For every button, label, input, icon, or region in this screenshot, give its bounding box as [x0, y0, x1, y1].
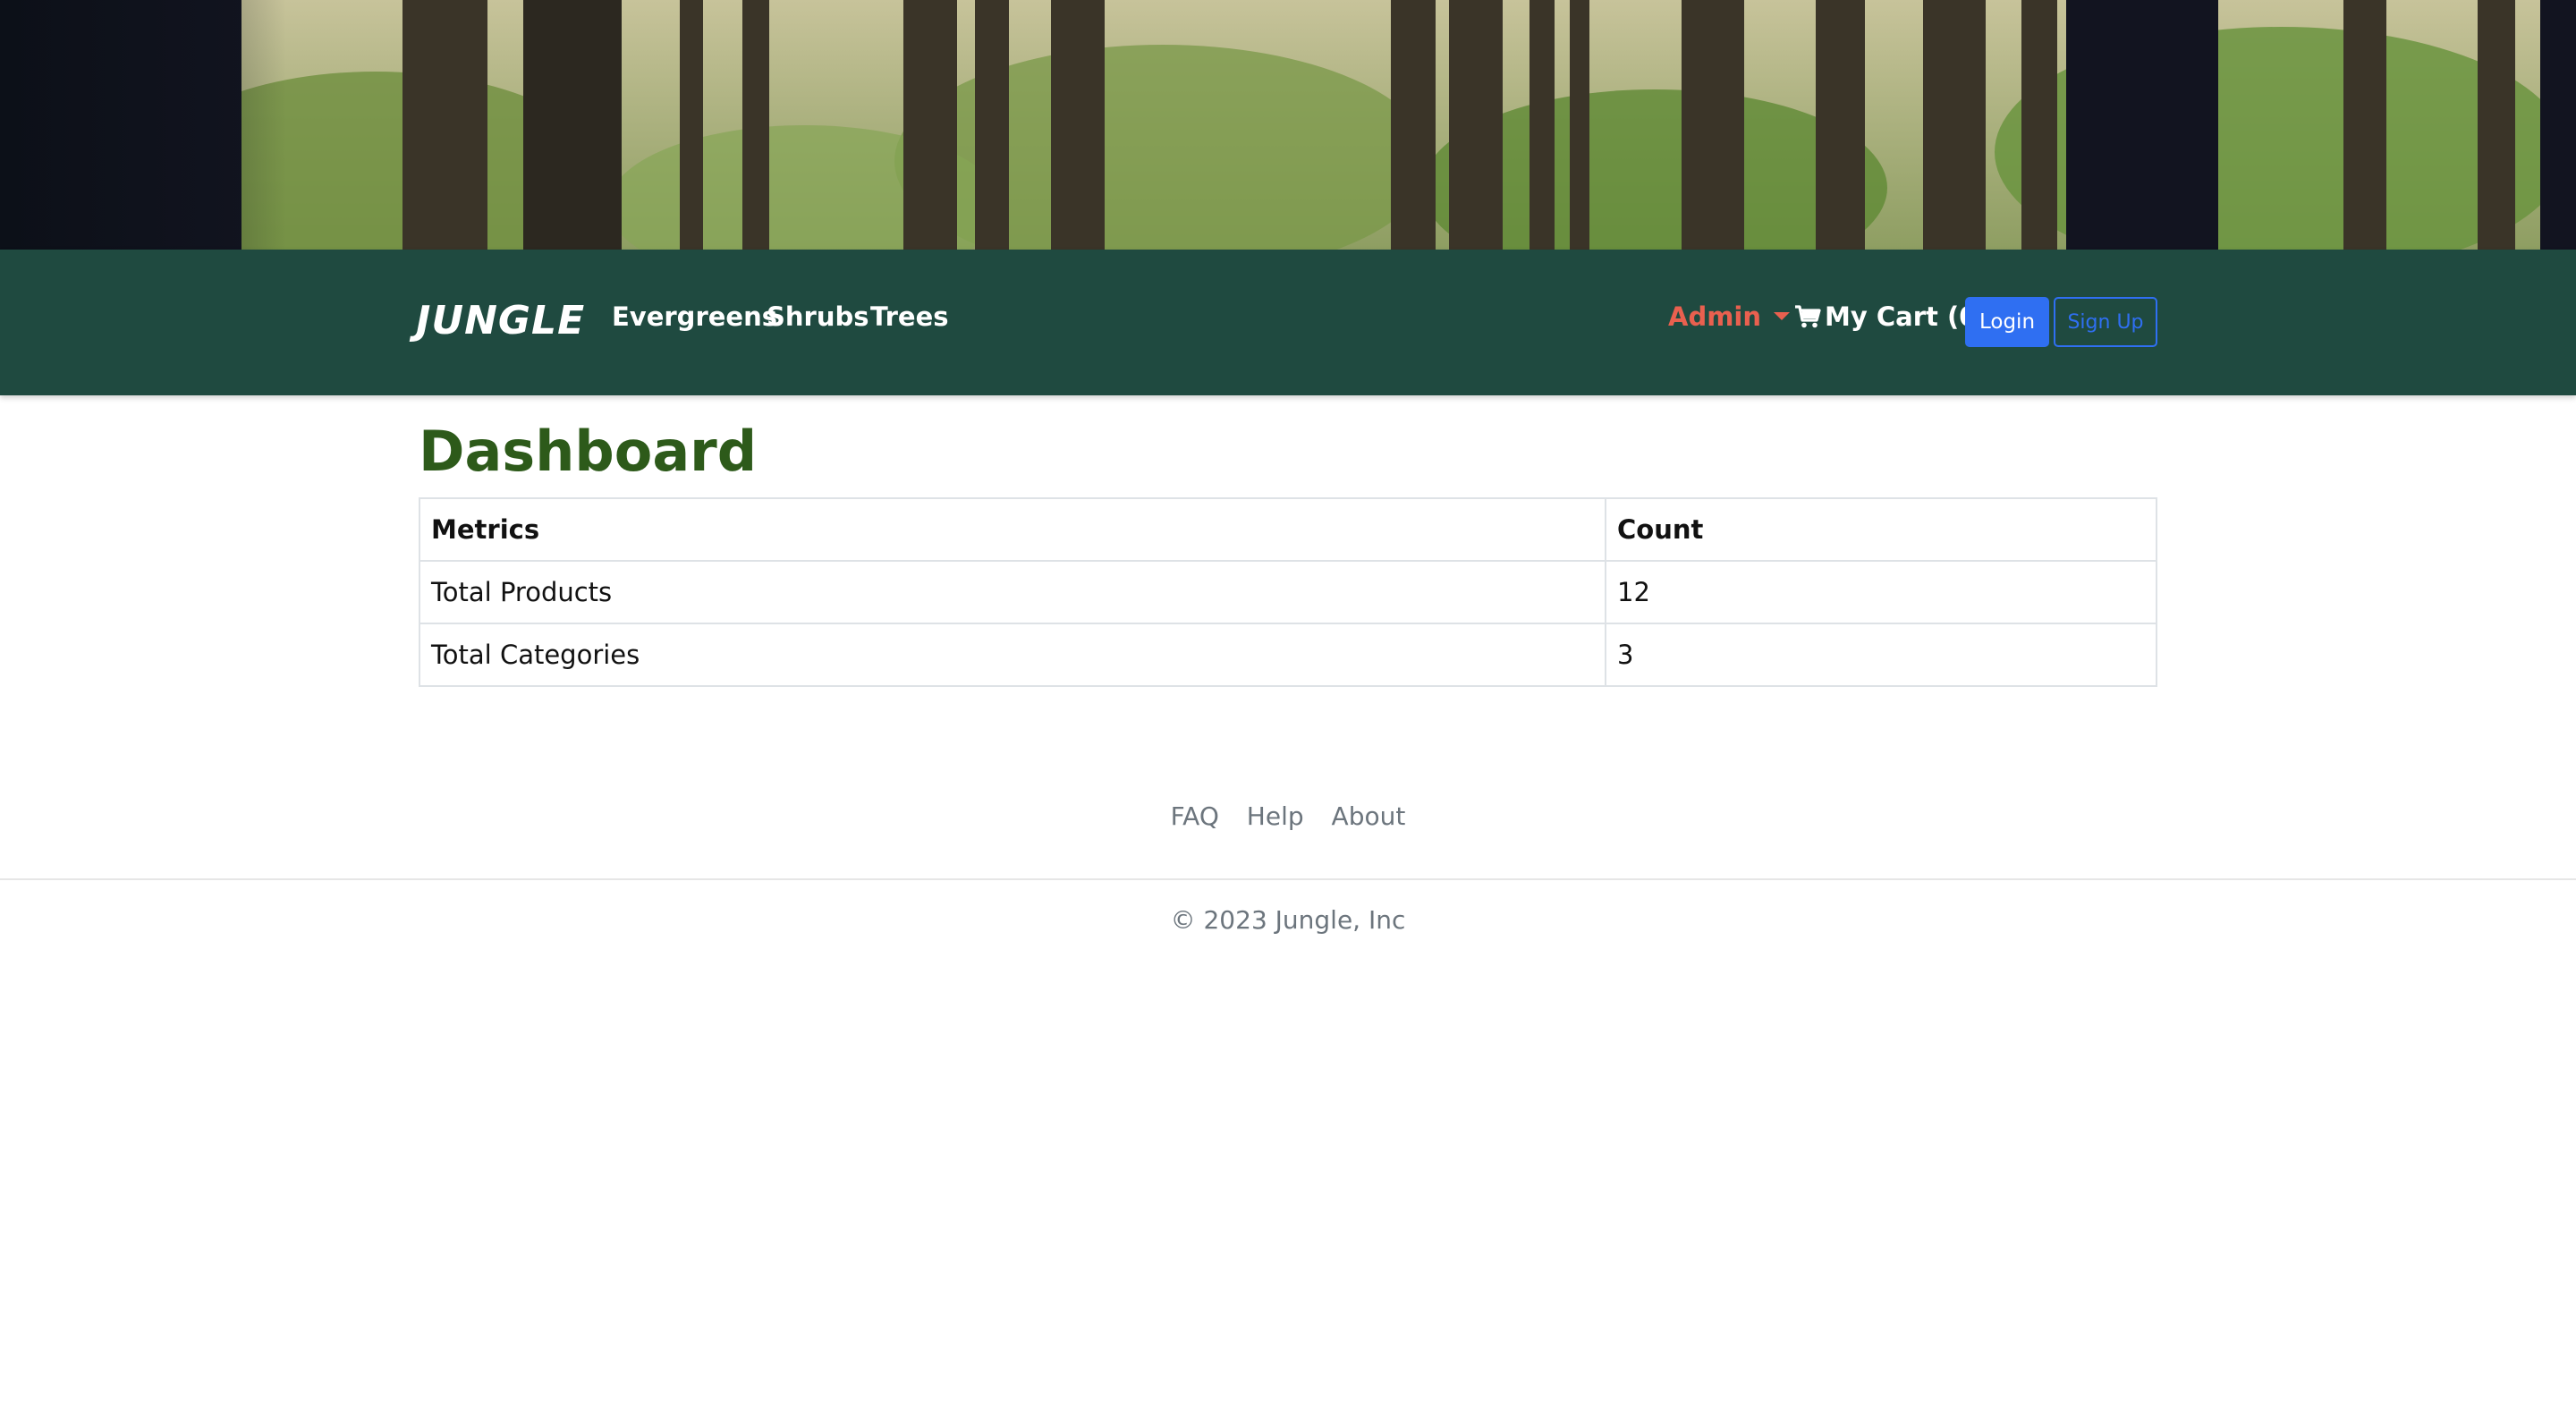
hero-banner-image — [0, 0, 2576, 250]
footer-link-faq[interactable]: FAQ — [1171, 801, 1219, 831]
footer-divider — [0, 878, 2576, 880]
admin-label: Admin — [1668, 301, 1762, 332]
forest-illustration — [0, 0, 2576, 250]
footer-link-help[interactable]: Help — [1247, 801, 1304, 831]
nav-link-evergreens[interactable]: Evergreens — [612, 301, 777, 332]
metric-name-cell: Total Products — [419, 560, 1606, 624]
top-navbar: JUNGLE Evergreens Shrubs Trees Admin My … — [0, 250, 2576, 395]
column-header-metrics: Metrics — [419, 497, 1606, 562]
metric-count-cell: 3 — [1605, 623, 2157, 687]
chevron-down-icon — [1774, 312, 1791, 320]
login-button[interactable]: Login — [1965, 297, 2049, 347]
metric-count-cell: 12 — [1605, 560, 2157, 624]
footer-link-about[interactable]: About — [1332, 801, 1406, 831]
footer-links: FAQ Help About — [0, 801, 2576, 831]
cart-icon — [1795, 305, 1821, 328]
page-title: Dashboard — [419, 419, 758, 484]
cart-link[interactable]: My Cart (0) — [1794, 301, 1989, 332]
brand-logo[interactable]: JUNGLE — [416, 298, 585, 343]
signup-button[interactable]: Sign Up — [2054, 297, 2157, 347]
table-row: Total Products 12 — [419, 560, 2157, 624]
copyright-text: © 2023 Jungle, Inc — [1170, 905, 1406, 935]
metric-name-cell: Total Categories — [419, 623, 1606, 687]
table-header-row: Metrics Count — [419, 497, 2157, 562]
table-row: Total Categories 3 — [419, 623, 2157, 687]
nav-link-shrubs[interactable]: Shrubs — [767, 301, 869, 332]
metrics-table: Metrics Count Total Products 12 Total Ca… — [419, 497, 2157, 687]
column-header-count: Count — [1605, 497, 2157, 562]
admin-dropdown[interactable]: Admin — [1668, 301, 1791, 332]
nav-link-trees[interactable]: Trees — [870, 301, 949, 332]
